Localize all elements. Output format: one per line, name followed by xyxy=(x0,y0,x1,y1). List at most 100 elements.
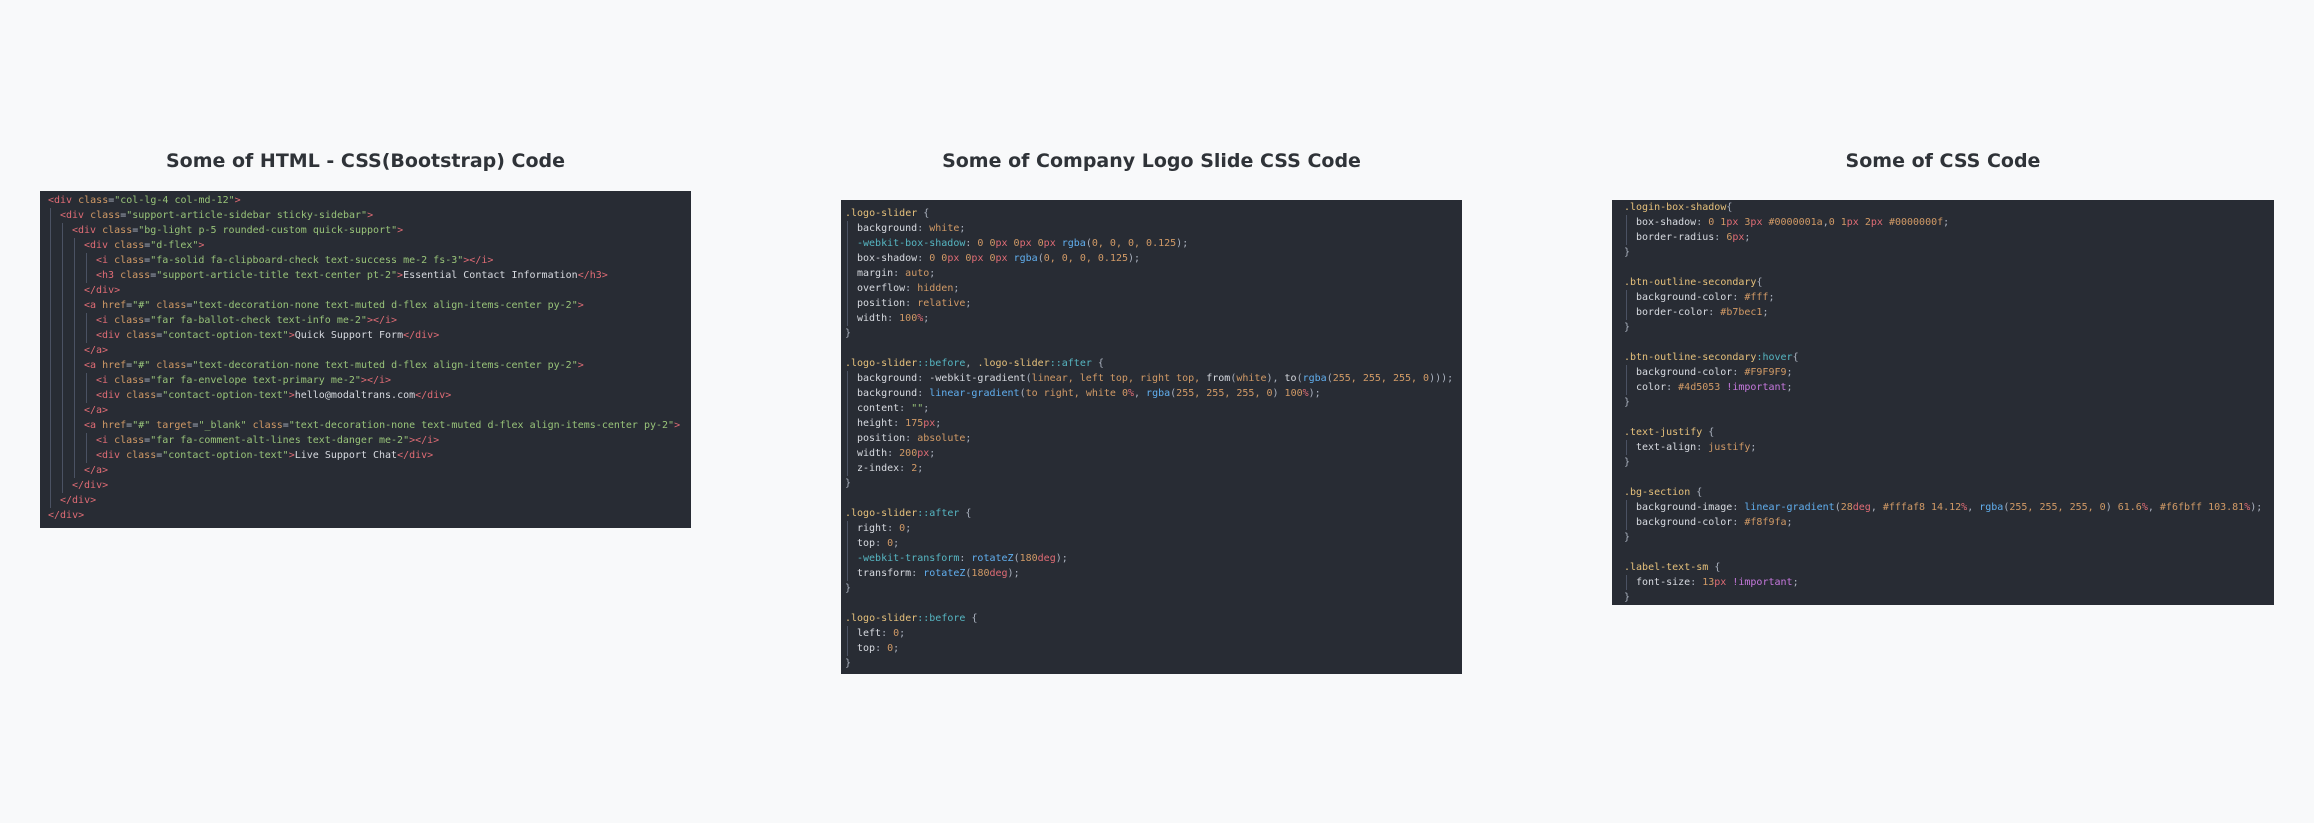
code-token: { xyxy=(1690,487,1703,498)
code-token: : xyxy=(905,433,918,444)
code-token: href xyxy=(96,420,127,431)
code-token: <a xyxy=(84,300,97,311)
code-line: } xyxy=(845,656,1462,671)
indent-guide xyxy=(50,433,51,448)
code-token: background-color xyxy=(1636,517,1733,528)
code-line: <a href="#" target="_blank" class="text-… xyxy=(48,418,691,433)
code-token: px xyxy=(1714,577,1727,588)
code-token: -webkit-box-shadow xyxy=(857,238,966,249)
code-token: } xyxy=(845,478,852,489)
indent-guide xyxy=(847,641,848,656)
code-token: ; xyxy=(965,433,972,444)
code-token: Essential Contact Information xyxy=(403,270,578,281)
code-token: class xyxy=(108,240,145,251)
indent-guide xyxy=(1626,380,1627,395)
code-line: content: ""; xyxy=(845,401,1462,416)
code-token: ></i> xyxy=(463,255,494,266)
code-token: absolute xyxy=(917,433,966,444)
code-token: px xyxy=(1870,217,1883,228)
code-line: <div class="contact-option-text">Live Su… xyxy=(48,448,691,463)
code-token: .label-text-sm xyxy=(1624,562,1709,573)
indent-guide xyxy=(62,343,63,358)
indent-guide xyxy=(50,283,51,298)
code-token: </h3> xyxy=(577,270,608,281)
indent-guide xyxy=(847,461,848,476)
indent-guide xyxy=(62,388,63,403)
code-line: background-color: #f8f9fa; xyxy=(1624,515,2274,530)
indent-guide xyxy=(62,358,63,373)
code-token: hello@modaltrans.com xyxy=(294,390,416,401)
code-token: z-index xyxy=(857,463,900,474)
code-token: class xyxy=(150,360,187,371)
code-token: px xyxy=(995,253,1008,264)
code-token: .logo-slider xyxy=(845,613,918,624)
code-token: </div> xyxy=(403,330,440,341)
indent-guide xyxy=(50,448,51,463)
code-token: .text-justify xyxy=(1624,427,1703,438)
code-token: , xyxy=(1870,502,1883,513)
indent-guide xyxy=(50,253,51,268)
code-token: ; xyxy=(1943,217,1950,228)
indent-guide xyxy=(50,313,51,328)
code-token: border-color xyxy=(1636,307,1709,318)
code-token: : xyxy=(1732,367,1745,378)
code-token: ; xyxy=(893,643,900,654)
code-line: .login-box-shadow{ xyxy=(1624,200,2274,215)
code-line: </div> xyxy=(48,478,691,493)
code-token: </div> xyxy=(60,495,97,506)
code-token: "far fa-envelope text-primary me-2" xyxy=(150,375,361,386)
code-token: 0 xyxy=(1031,238,1044,249)
code-token: } xyxy=(845,658,852,669)
code-token: : xyxy=(881,628,894,639)
code-token: "contact-option-text" xyxy=(162,330,289,341)
code-token: rgba xyxy=(1146,388,1171,399)
code-token: : xyxy=(1690,577,1703,588)
code-token: class xyxy=(108,375,145,386)
code-token: class xyxy=(108,315,145,326)
indent-guide xyxy=(50,298,51,313)
indent-guide xyxy=(847,416,848,431)
code-token: 0 xyxy=(1007,238,1020,249)
code-block: .login-box-shadow{box-shadow: 0 1px 3px … xyxy=(1612,200,2274,605)
code-token: : xyxy=(875,643,888,654)
code-token: <div xyxy=(84,240,109,251)
code-line: margin: auto; xyxy=(845,266,1462,281)
code-token: </a> xyxy=(84,465,109,476)
code-token: 13 xyxy=(1702,577,1715,588)
code-token: ; xyxy=(929,268,936,279)
indent-guide xyxy=(847,281,848,296)
code-token: 0 xyxy=(959,253,972,264)
code-token: , xyxy=(1134,388,1147,399)
code-line: } xyxy=(1624,530,2274,545)
indent-guide xyxy=(1626,305,1627,320)
code-token: linear, left top, right top, xyxy=(1031,373,1207,384)
code-line: } xyxy=(1624,320,2274,335)
code-token: <div xyxy=(96,450,121,461)
code-line: .btn-outline-secondary:hover{ xyxy=(1624,350,2274,365)
code-token: transform xyxy=(857,568,912,579)
code-token: class xyxy=(120,390,157,401)
html-bootstrap-code-panel: Some of HTML - CSS(Bootstrap) Code <div … xyxy=(40,150,691,530)
code-token: white xyxy=(1236,373,1267,384)
code-line: <a href="#" class="text-decoration-none … xyxy=(48,298,691,313)
code-line: .logo-slider::before { xyxy=(845,611,1462,626)
code-token: ; xyxy=(959,223,966,234)
code-token: 0, 0, 0, 0.125 xyxy=(1043,253,1129,264)
code-token: : xyxy=(959,553,972,564)
indent-guide xyxy=(86,328,87,343)
code-line: </a> xyxy=(48,463,691,478)
code-token: rgba xyxy=(1302,373,1327,384)
code-token: ; xyxy=(923,403,930,414)
code-token: } xyxy=(845,328,852,339)
code-token: linear-gradient xyxy=(1744,502,1835,513)
code-token: ; xyxy=(893,538,900,549)
code-token: 180 xyxy=(1019,553,1038,564)
code-token: #fffaf8 14.12 xyxy=(1882,502,1962,513)
code-token: px xyxy=(971,253,984,264)
indent-guide xyxy=(50,238,51,253)
code-token: ::before xyxy=(917,613,966,624)
code-token: "#" xyxy=(132,300,151,311)
code-token: #f8f9fa xyxy=(1744,517,1787,528)
indent-guide xyxy=(1626,575,1627,590)
